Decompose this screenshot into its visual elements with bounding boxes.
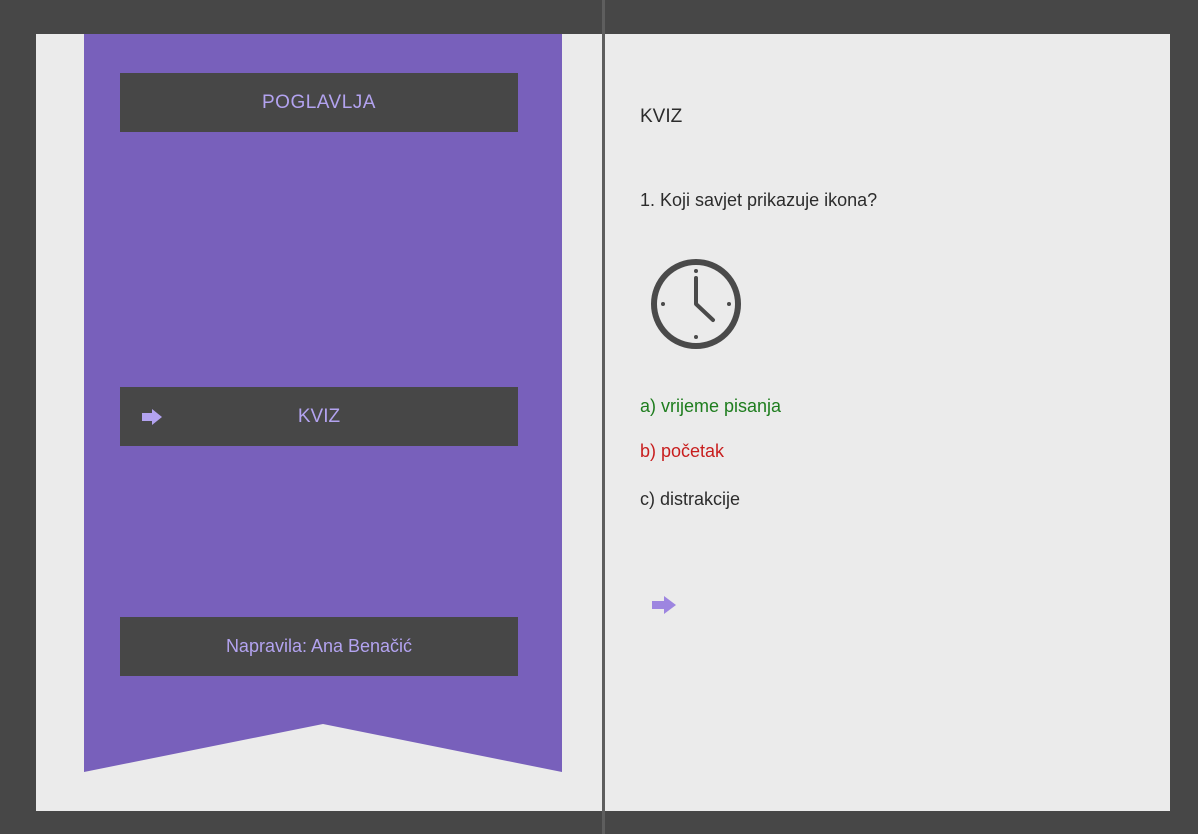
next-arrow-icon[interactable]	[652, 596, 676, 614]
question-text: 1. Koji savjet prikazuje ikona?	[640, 190, 878, 210]
author-panel: Napravila: Ana Benačić	[120, 617, 518, 676]
answer-option-b[interactable]: b) početak	[640, 441, 724, 462]
left-page: POGLAVLJA KVIZ Napravila: Ana Benačić	[36, 34, 602, 811]
right-page: KVIZ 1. Koji savjet prikazuje ikona? a) …	[605, 34, 1170, 811]
arrow-right-icon	[142, 408, 162, 425]
quiz-label: KVIZ	[297, 405, 341, 427]
clock-icon	[651, 259, 741, 349]
quiz-button[interactable]: KVIZ	[120, 387, 518, 446]
author-label: Napravila: Ana Benačić	[225, 636, 413, 656]
page-title: KVIZ	[640, 106, 683, 127]
chapters-button[interactable]: POGLAVLJA	[120, 73, 518, 132]
answer-option-a[interactable]: a) vrijeme pisanja	[640, 396, 781, 417]
answer-option-c[interactable]: c) distrakcije	[640, 489, 740, 510]
chapters-label: POGLAVLJA	[262, 91, 376, 113]
